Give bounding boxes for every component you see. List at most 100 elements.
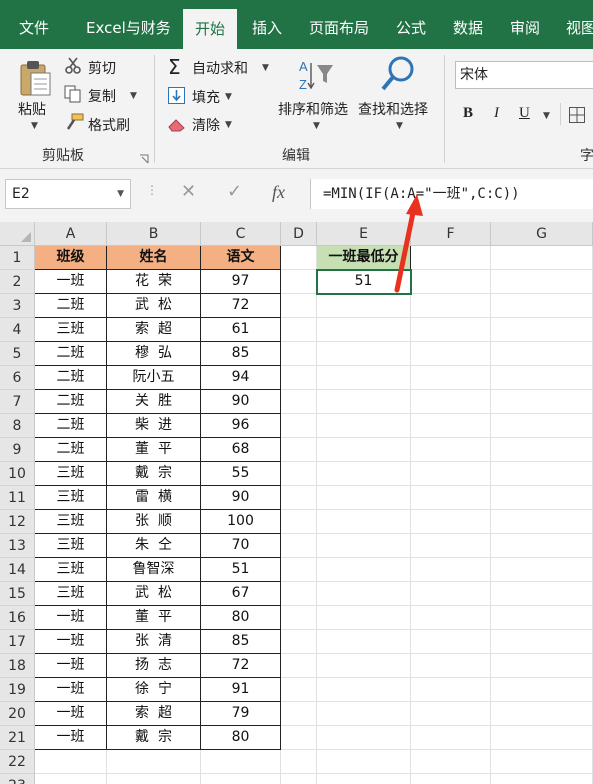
cell-b13[interactable]: 朱 仝 (107, 534, 201, 558)
cell-g22[interactable] (491, 750, 593, 774)
cell-d2[interactable] (281, 270, 317, 294)
cell-f7[interactable] (411, 390, 491, 414)
cell-f19[interactable] (411, 678, 491, 702)
cell-b23[interactable] (107, 774, 201, 784)
cell-b14[interactable]: 鲁智深 (107, 558, 201, 582)
cell-g21[interactable] (491, 726, 593, 750)
clear-dropdown-icon[interactable]: ▼ (225, 120, 232, 130)
cell-f18[interactable] (411, 654, 491, 678)
column-header-e[interactable]: E (317, 222, 411, 246)
cell-b1[interactable]: 姓名 (107, 246, 201, 270)
tab-excel-finance[interactable]: Excel与财务 (86, 0, 171, 49)
cell-c15[interactable]: 67 (201, 582, 281, 606)
row-header-2[interactable]: 2 (0, 270, 35, 294)
column-header-a[interactable]: A (35, 222, 107, 246)
cell-b2[interactable]: 花 荣 (107, 270, 201, 294)
column-header-g[interactable]: G (491, 222, 593, 246)
cell-d16[interactable] (281, 606, 317, 630)
resize-handle-icon[interactable]: ⋮ (146, 183, 159, 197)
cell-c16[interactable]: 80 (201, 606, 281, 630)
cell-c10[interactable]: 55 (201, 462, 281, 486)
cell-a23[interactable] (35, 774, 107, 784)
cell-f1[interactable] (411, 246, 491, 270)
cell-b19[interactable]: 徐 宁 (107, 678, 201, 702)
cell-c20[interactable]: 79 (201, 702, 281, 726)
cell-d4[interactable] (281, 318, 317, 342)
cell-f5[interactable] (411, 342, 491, 366)
cell-f23[interactable] (411, 774, 491, 784)
cell-a10[interactable]: 三班 (35, 462, 107, 486)
row-header-22[interactable]: 22 (0, 750, 35, 774)
cell-g19[interactable] (491, 678, 593, 702)
cell-e10[interactable] (317, 462, 411, 486)
cell-g17[interactable] (491, 630, 593, 654)
cell-a4[interactable]: 三班 (35, 318, 107, 342)
tab-file[interactable]: 文件 (19, 0, 49, 49)
cell-a18[interactable]: 一班 (35, 654, 107, 678)
chevron-down-icon[interactable]: ▼ (117, 180, 124, 208)
column-header-f[interactable]: F (411, 222, 491, 246)
cell-e5[interactable] (317, 342, 411, 366)
cell-f15[interactable] (411, 582, 491, 606)
cell-c21[interactable]: 80 (201, 726, 281, 750)
cell-b3[interactable]: 武 松 (107, 294, 201, 318)
column-header-d[interactable]: D (281, 222, 317, 246)
cell-g16[interactable] (491, 606, 593, 630)
cell-a17[interactable]: 一班 (35, 630, 107, 654)
borders-icon[interactable] (569, 107, 585, 127)
cell-e16[interactable] (317, 606, 411, 630)
cell-d8[interactable] (281, 414, 317, 438)
cell-b15[interactable]: 武 松 (107, 582, 201, 606)
cell-a13[interactable]: 三班 (35, 534, 107, 558)
autosum-button[interactable]: 自动求和 (192, 58, 248, 78)
cell-g11[interactable] (491, 486, 593, 510)
cell-a12[interactable]: 三班 (35, 510, 107, 534)
cell-c19[interactable]: 91 (201, 678, 281, 702)
cell-d21[interactable] (281, 726, 317, 750)
autosum-dropdown-icon[interactable]: ▼ (262, 63, 269, 73)
cell-c7[interactable]: 90 (201, 390, 281, 414)
cell-f21[interactable] (411, 726, 491, 750)
cell-c6[interactable]: 94 (201, 366, 281, 390)
cell-c13[interactable]: 70 (201, 534, 281, 558)
cell-a14[interactable]: 三班 (35, 558, 107, 582)
cell-e21[interactable] (317, 726, 411, 750)
sort-filter-dropdown-icon[interactable]: ▼ (313, 121, 320, 131)
cell-e2[interactable]: 51 (317, 270, 411, 294)
cancel-icon[interactable]: ✕ (181, 181, 196, 202)
format-painter-button[interactable]: 格式刷 (88, 115, 130, 135)
row-header-15[interactable]: 15 (0, 582, 35, 606)
tab-data[interactable]: 数据 (453, 0, 483, 49)
cell-e20[interactable] (317, 702, 411, 726)
row-header-7[interactable]: 7 (0, 390, 35, 414)
cell-b5[interactable]: 穆 弘 (107, 342, 201, 366)
row-header-12[interactable]: 12 (0, 510, 35, 534)
row-header-10[interactable]: 10 (0, 462, 35, 486)
cell-f22[interactable] (411, 750, 491, 774)
fill-button[interactable]: 填充 (192, 87, 220, 107)
paste-dropdown-icon[interactable]: ▼ (31, 121, 38, 131)
cell-e6[interactable] (317, 366, 411, 390)
find-select-dropdown-icon[interactable]: ▼ (396, 121, 403, 131)
row-header-13[interactable]: 13 (0, 534, 35, 558)
cell-b8[interactable]: 柴 进 (107, 414, 201, 438)
cell-e18[interactable] (317, 654, 411, 678)
cell-e13[interactable] (317, 534, 411, 558)
cell-b9[interactable]: 董 平 (107, 438, 201, 462)
cell-c23[interactable] (201, 774, 281, 784)
tab-home[interactable]: 开始 (183, 9, 238, 49)
cell-e3[interactable] (317, 294, 411, 318)
row-header-5[interactable]: 5 (0, 342, 35, 366)
cell-d17[interactable] (281, 630, 317, 654)
cell-a5[interactable]: 二班 (35, 342, 107, 366)
cell-d15[interactable] (281, 582, 317, 606)
cell-g10[interactable] (491, 462, 593, 486)
cell-g14[interactable] (491, 558, 593, 582)
cell-b22[interactable] (107, 750, 201, 774)
cell-b6[interactable]: 阮小五 (107, 366, 201, 390)
cell-e4[interactable] (317, 318, 411, 342)
cell-g23[interactable] (491, 774, 593, 784)
cell-a2[interactable]: 一班 (35, 270, 107, 294)
cell-g3[interactable] (491, 294, 593, 318)
cell-a8[interactable]: 二班 (35, 414, 107, 438)
